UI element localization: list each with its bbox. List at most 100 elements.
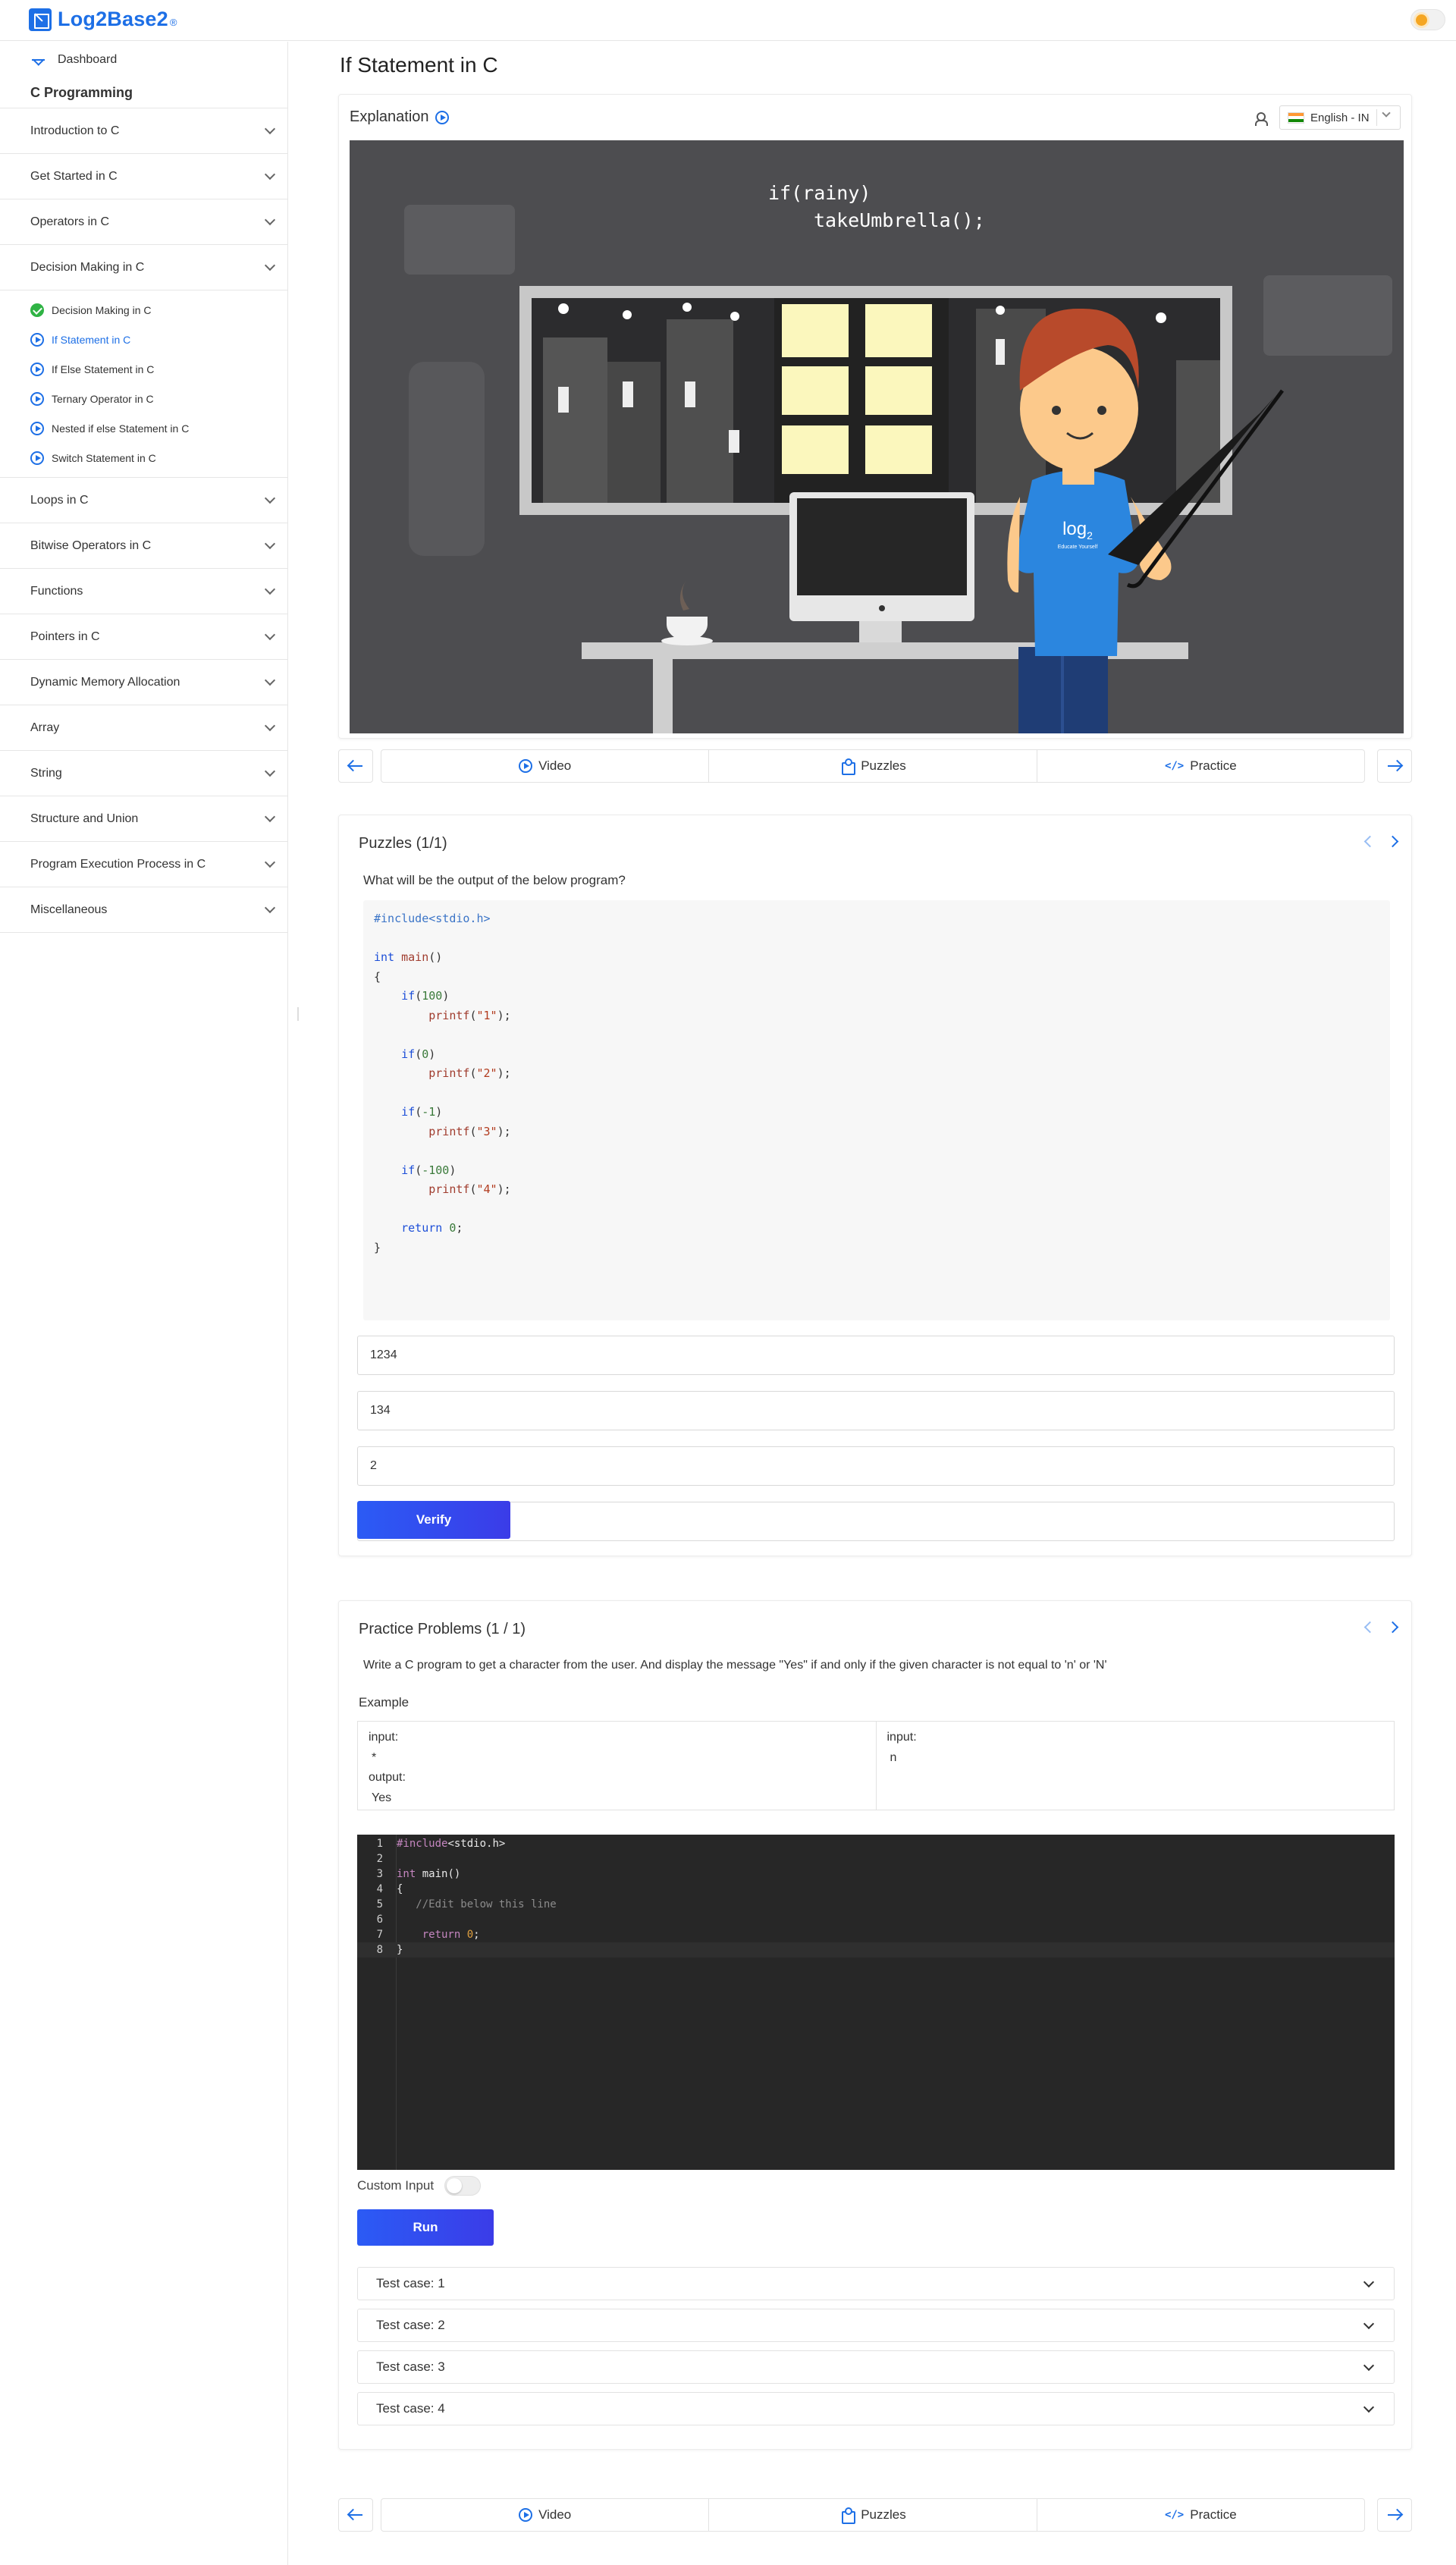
play-circle-icon (30, 362, 44, 376)
line-number: 3 (376, 1868, 383, 1880)
sidebar-item-label: Structure and Union (30, 812, 139, 825)
answer-option[interactable]: 2 (357, 1446, 1395, 1486)
lesson-nav-bottom: Video Puzzles </> Practice (338, 2498, 1412, 2532)
example-table: input: * output: Yes input: n (357, 1721, 1395, 1810)
sidebar-item-pointers-in-c[interactable]: Pointers in C (0, 614, 287, 660)
sidebar-item-label: Array (30, 721, 60, 734)
chevron-down-icon (264, 674, 276, 686)
answer-option[interactable]: 1 (357, 1502, 1395, 1541)
sidebar-subitem-if-statement-in-c[interactable]: If Statement in C (0, 325, 287, 354)
chevron-down-icon (264, 123, 276, 135)
answer-option[interactable]: 1234 (357, 1336, 1395, 1375)
test-case-label: Test case: 2 (376, 2318, 445, 2332)
brand-logo[interactable]: Log2Base2 ® (29, 8, 177, 31)
sidebar-resize-handle[interactable] (297, 1007, 299, 1021)
video-player[interactable]: if(rainy) takeUmbrella(); log2 Educate Y… (350, 140, 1404, 733)
previous-lesson-button[interactable] (338, 2498, 373, 2532)
code-icon: </> (1164, 2509, 1185, 2521)
verify-button[interactable]: Verify (357, 1501, 510, 1539)
play-circle-icon (30, 332, 44, 347)
sidebar-subitem-ternary-operator-in-c[interactable]: Ternary Operator in C (0, 384, 287, 413)
run-button[interactable]: Run (357, 2209, 494, 2246)
previous-lesson-button[interactable] (338, 749, 373, 783)
sidebar-item-dynamic-memory-allocation[interactable]: Dynamic Memory Allocation (0, 660, 287, 705)
back-to-dashboard-link[interactable]: Dashboard (0, 42, 287, 78)
custom-input-control: Custom Input (357, 2176, 482, 2196)
sidebar-item-string[interactable]: String (0, 751, 287, 796)
line-number: 4 (376, 1883, 383, 1895)
sidebar-subitem-if-else-statement-in-c[interactable]: If Else Statement in C (0, 354, 287, 384)
line-content: #include<stdio.h> (397, 1838, 506, 1850)
line-number: 8 (376, 1944, 383, 1956)
explanation-label: Explanation (350, 108, 429, 125)
line-content: } (397, 1944, 403, 1956)
sidebar-subitem-decision-making-in-c[interactable]: Decision Making in C (0, 295, 287, 325)
line-number: 2 (376, 1853, 383, 1865)
sidebar-subitem-label: If Else Statement in C (52, 363, 155, 375)
dashboard-label: Dashboard (58, 53, 118, 66)
previous-puzzle-button[interactable] (1363, 835, 1373, 846)
arrow-left-icon (30, 54, 46, 66)
sun-icon (1416, 14, 1427, 26)
theme-toggle[interactable] (1410, 9, 1445, 30)
sidebar-item-loops-in-c[interactable]: Loops in C (0, 478, 287, 523)
check-circle-icon (30, 303, 44, 317)
chevron-down-icon (1363, 2276, 1375, 2287)
sidebar-item-operators-in-c[interactable]: Operators in C (0, 199, 287, 245)
code-editor[interactable]: 1 #include<stdio.h> 2 3 int main() 4{5 //Edit… (357, 1835, 1395, 2170)
tab-video[interactable]: Video (381, 2499, 710, 2531)
problem-statement: Write a C program to get a character fro… (363, 1659, 1107, 1672)
play-circle-icon (30, 451, 44, 465)
sidebar-subitem-switch-statement-in-c[interactable]: Switch Statement in C (0, 443, 287, 472)
sidebar-subitem-label: Switch Statement in C (52, 451, 156, 464)
tab-practice[interactable]: </> Practice (1037, 750, 1364, 782)
top-bar: Log2Base2 ® (0, 0, 1456, 41)
tab-practice[interactable]: </> Practice (1037, 2499, 1364, 2531)
sidebar-item-structure-and-union[interactable]: Structure and Union (0, 796, 287, 842)
custom-input-toggle[interactable] (444, 2176, 482, 2196)
chevron-down-icon (264, 765, 276, 777)
voice-over-icon[interactable] (1255, 111, 1270, 126)
sidebar-item-decision-making-in-c[interactable]: Decision Making in C (0, 245, 287, 290)
tab-video[interactable]: Video (381, 750, 710, 782)
sidebar-item-label: Dynamic Memory Allocation (30, 675, 180, 689)
india-flag-icon (1288, 111, 1304, 124)
sidebar-item-miscellaneous[interactable]: Miscellaneous (0, 887, 287, 933)
tab-puzzles[interactable]: Puzzles (709, 750, 1037, 782)
test-case-3[interactable]: Test case: 3 (357, 2350, 1395, 2384)
sidebar-item-label: Get Started in C (30, 169, 118, 183)
test-case-4[interactable]: Test case: 4 (357, 2392, 1395, 2425)
answer-option[interactable]: 134 (357, 1391, 1395, 1430)
sidebar-item-introduction-to-c[interactable]: Introduction to C (0, 108, 287, 154)
language-select[interactable]: English - IN (1279, 105, 1401, 130)
test-case-1[interactable]: Test case: 1 (357, 2267, 1395, 2300)
next-lesson-button[interactable] (1377, 749, 1412, 783)
arrow-right-icon (1388, 2514, 1401, 2516)
sidebar-item-program-execution-process-in-c[interactable]: Program Execution Process in C (0, 842, 287, 887)
next-lesson-button[interactable] (1377, 2498, 1412, 2532)
editor-line: 4{ (357, 1882, 1395, 1897)
test-case-2[interactable]: Test case: 2 (357, 2309, 1395, 2342)
next-puzzle-button[interactable] (1389, 835, 1399, 846)
tab-puzzles[interactable]: Puzzles (709, 2499, 1037, 2531)
sidebar-subitem-nested-if-else-statement-in-c[interactable]: Nested if else Statement in C (0, 413, 287, 443)
sidebar-item-array[interactable]: Array (0, 705, 287, 751)
next-problem-button[interactable] (1389, 1621, 1399, 1631)
course-title: C Programming (0, 78, 287, 108)
arrow-left-icon (349, 2514, 362, 2516)
sidebar-item-get-started-in-c[interactable]: Get Started in C (0, 154, 287, 199)
practice-card: Practice Problems (1 / 1) Write a C prog… (338, 1600, 1412, 2450)
puzzles-card: Puzzles (1/1) What will be the output of… (338, 815, 1412, 1556)
editor-line: 7 return 0; (357, 1927, 1395, 1942)
example-input-label: input: (369, 1731, 399, 1744)
play-circle-icon (30, 391, 44, 406)
line-content: //Edit below this line (397, 1898, 557, 1910)
play-circle-icon[interactable] (435, 110, 449, 124)
puzzles-title: Puzzles (1/1) (359, 835, 447, 852)
chevron-down-icon (264, 259, 276, 272)
editor-line: 5 //Edit below this line (357, 1897, 1395, 1912)
previous-problem-button[interactable] (1363, 1621, 1373, 1631)
sidebar-item-functions[interactable]: Functions (0, 569, 287, 614)
chevron-down-icon (264, 168, 276, 181)
sidebar-item-bitwise-operators-in-c[interactable]: Bitwise Operators in C (0, 523, 287, 569)
